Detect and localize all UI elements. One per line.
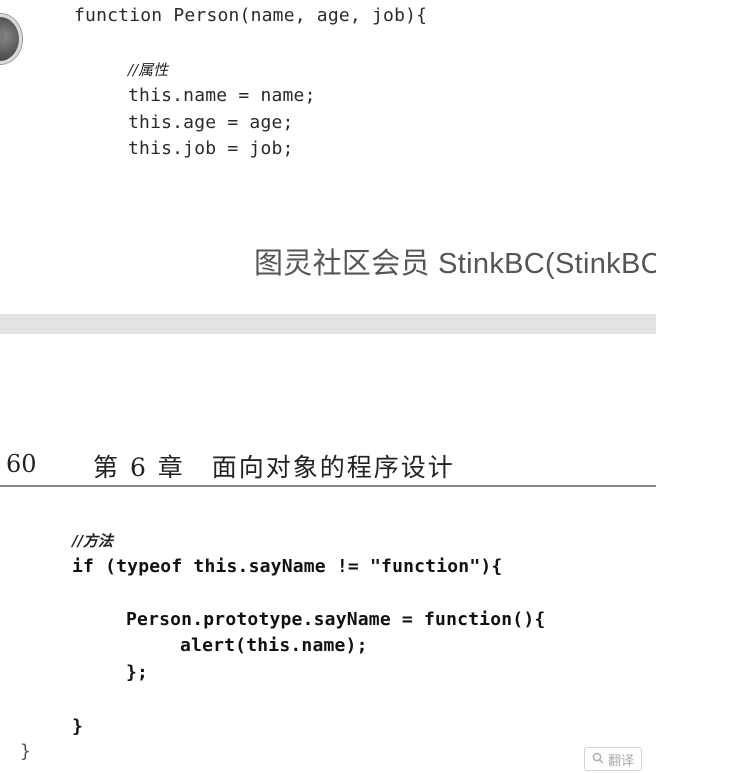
code-comment-properties: //属性	[128, 61, 169, 79]
code-close-outer: }	[20, 741, 32, 762]
code-line-name: this.name = name;	[128, 85, 316, 106]
chapter-title: 第 6 章 面向对象的程序设计	[93, 453, 455, 482]
code-line-job: this.job = job;	[128, 138, 294, 159]
code-if-line: if (typeof this.sayName != "function"){	[72, 556, 503, 577]
translate-label: 翻译	[607, 752, 634, 768]
code-close-if: }	[72, 716, 84, 737]
header-rule	[0, 485, 656, 487]
code-signature: function Person(name, age, job){	[74, 5, 428, 26]
translate-button[interactable]: 翻译	[584, 747, 642, 771]
code-line-age: this.age = age;	[128, 112, 294, 133]
search-icon	[592, 752, 604, 767]
code-page-top: function Person(name, age, job){ //属性 th…	[0, 0, 656, 300]
watermark-text: 图灵社区会员 StinkBC(StinkBC	[254, 248, 656, 280]
page-divider	[0, 314, 656, 334]
code-prototype-line: Person.prototype.sayName = function(){	[126, 609, 546, 630]
code-alert-line: alert(this.name);	[180, 635, 368, 656]
code-comment-methods: //方法	[72, 532, 113, 550]
avatar[interactable]	[0, 14, 22, 64]
code-close-function: };	[126, 662, 149, 683]
page-number: 60	[6, 450, 37, 478]
